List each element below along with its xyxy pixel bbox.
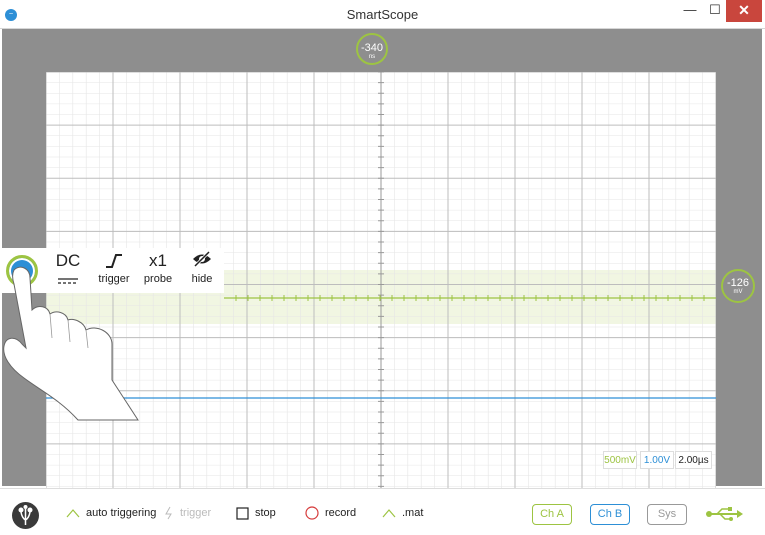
hide-button[interactable]: hide (184, 250, 220, 286)
channel-b-scale[interactable]: 1.00V (640, 451, 674, 469)
maximize-button[interactable]: ☐ (704, 0, 726, 22)
auto-triggering-label: auto triggering (86, 507, 157, 519)
time-offset-unit: ns (368, 54, 376, 60)
menu-logo-icon[interactable] (12, 502, 39, 529)
mat-export-button[interactable]: .mat (382, 506, 423, 520)
probe-value: x1 (149, 251, 167, 270)
close-button[interactable]: ✕ (726, 0, 762, 22)
record-label: record (325, 507, 357, 519)
record-button[interactable]: record (305, 506, 356, 520)
time-scale[interactable]: 2.00µs (675, 451, 712, 469)
mat-label: .mat (402, 507, 424, 519)
chevron-up-icon (382, 509, 396, 518)
time-offset-marker[interactable]: -340 ns (356, 33, 388, 65)
channel-b-button[interactable]: Ch B (590, 504, 630, 525)
auto-triggering-toggle[interactable]: auto triggering (66, 506, 156, 520)
channel-a-scale[interactable]: 500mV (603, 451, 637, 469)
title-bar: ~ SmartScope — ☐ ✕ (0, 0, 765, 29)
trigger-label: trigger (180, 507, 212, 519)
time-offset-value: -340 (360, 42, 384, 54)
record-circle-icon (305, 506, 319, 520)
minimize-button[interactable]: — (680, 0, 700, 22)
level-unit: mV (733, 289, 743, 295)
lightning-icon (165, 506, 172, 520)
stop-label: stop (255, 507, 276, 519)
window-title: SmartScope (346, 7, 419, 22)
force-trigger-button[interactable]: trigger (164, 506, 211, 520)
probe-button[interactable]: x1 probe (140, 250, 176, 286)
touch-hand-icon (3, 266, 139, 421)
stop-button[interactable]: stop (236, 506, 276, 520)
eye-hidden-icon (184, 250, 220, 272)
usb-icon (706, 507, 743, 521)
stop-square-icon (236, 506, 249, 520)
level-value: -126 (726, 277, 750, 289)
hide-label: hide (191, 273, 213, 285)
probe-label: probe (143, 273, 173, 285)
level-marker[interactable]: -126 mV (721, 269, 755, 303)
channel-a-button[interactable]: Ch A (532, 504, 572, 525)
system-button[interactable]: Sys (647, 504, 687, 525)
trigger-edge-icon (66, 509, 80, 518)
bottom-toolbar: auto triggering trigger stop record .mat… (0, 488, 765, 535)
